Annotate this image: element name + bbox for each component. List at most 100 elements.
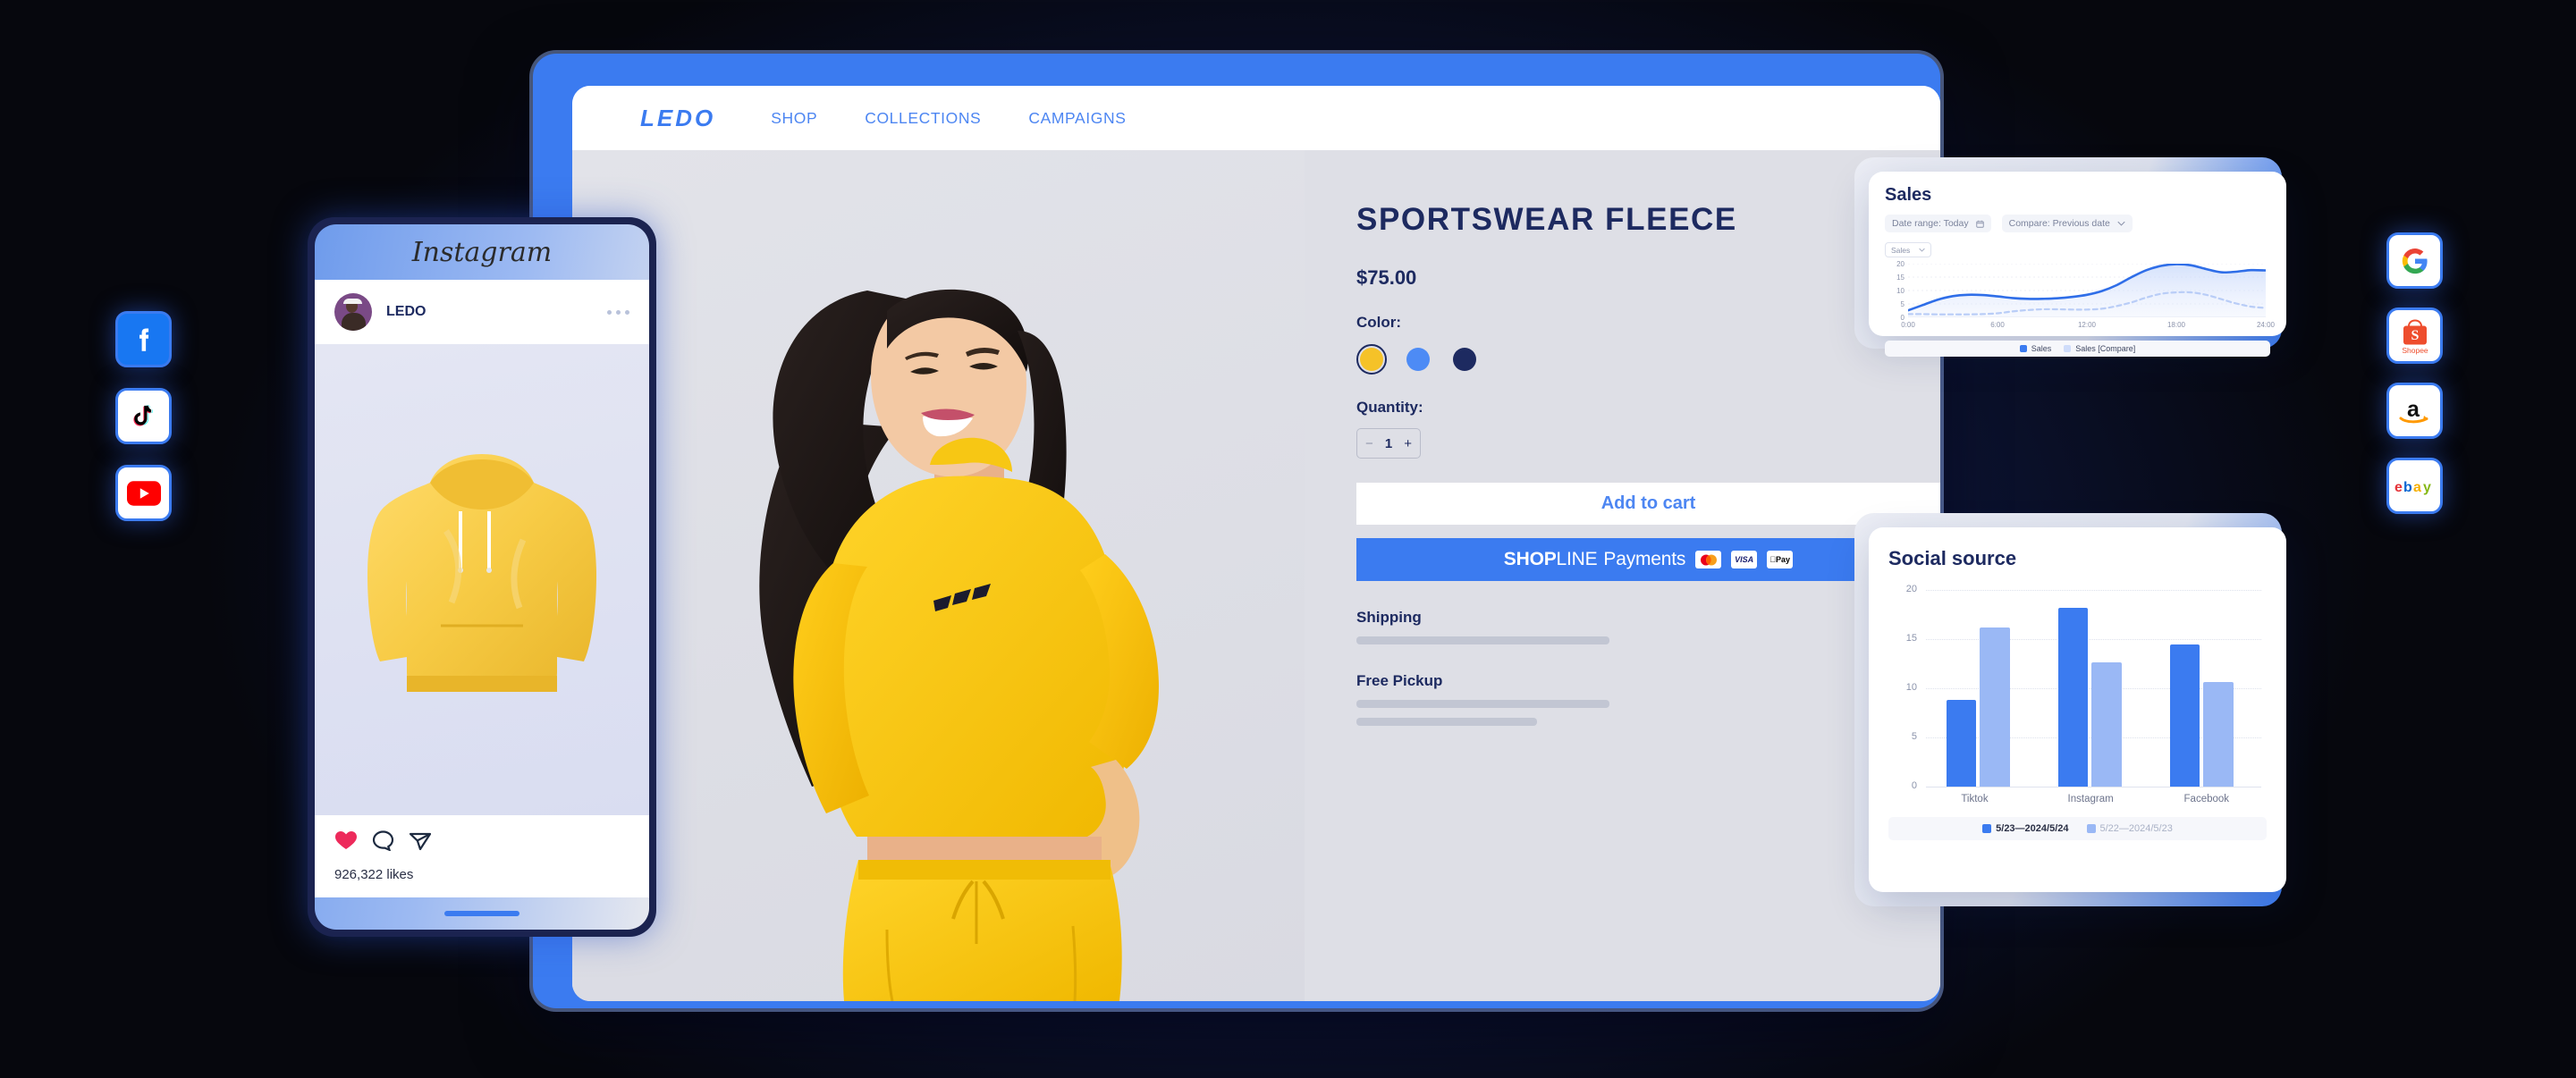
youtube-icon[interactable]: [115, 465, 172, 521]
quantity-label: Quantity:: [1356, 399, 1423, 416]
svg-text:S: S: [2411, 328, 2419, 343]
color-swatch-blue[interactable]: [1403, 344, 1433, 375]
sales-metric-value: Sales: [1891, 245, 1911, 255]
social-category-label: Instagram: [2067, 794, 2114, 804]
pickup-placeholder-line-2: [1356, 718, 1537, 726]
social-bar-group: [1926, 590, 2261, 787]
nav-item-campaigns[interactable]: CAMPAIGNS: [1028, 109, 1126, 128]
apple-pay-logo: Pay: [1767, 551, 1794, 568]
svg-text:b: b: [2403, 480, 2412, 495]
shopee-icon[interactable]: S Shopee: [2386, 307, 2443, 364]
sales-panel: Sales Date range: Today Compare: Previou…: [1869, 172, 2286, 357]
ebay-icon[interactable]: e b a y: [2386, 458, 2443, 514]
product-page-body: SPORTSWEAR FLEECE $75.00 Color: Quantity…: [572, 150, 1940, 1001]
swatch-fill-blue: [1406, 348, 1430, 371]
pickup-placeholder-line-1: [1356, 700, 1609, 708]
legend-item-previous-range: 5/22—2024/5/23: [2086, 823, 2173, 834]
bar-tiktok-series1: [1946, 700, 1977, 787]
legend-item-sales: Sales: [2019, 344, 2051, 353]
social-category-label: Tiktok: [1961, 794, 1989, 804]
sales-x-tick: 18:00: [2166, 321, 2186, 329]
nav-links: SHOP COLLECTIONS CAMPAIGNS: [771, 109, 1126, 128]
amazon-icon[interactable]: a: [2386, 383, 2443, 439]
svg-text:Shopee: Shopee: [2402, 346, 2428, 355]
nav-item-shop[interactable]: SHOP: [771, 109, 817, 128]
compare-label: Compare: Previous date: [2008, 218, 2110, 229]
product-title: SPORTSWEAR FLEECE: [1356, 202, 1737, 237]
social-y-tick: 5: [1911, 731, 1917, 742]
shipping-heading: Shipping: [1356, 609, 1422, 626]
quantity-stepper[interactable]: − 1 +: [1356, 428, 1421, 459]
instagram-post-mockup: Instagram LEDO 926,322 likes: [315, 224, 649, 930]
shopline-brand-suffix: Payments: [1603, 549, 1686, 569]
social-y-tick: 15: [1905, 633, 1917, 644]
sales-y-tick: 15: [1896, 274, 1905, 282]
nav-item-collections[interactable]: COLLECTIONS: [865, 109, 981, 128]
sales-x-tick: 0:00: [1901, 321, 1915, 329]
tiktok-icon[interactable]: [115, 388, 172, 444]
instagram-action-icons: [334, 830, 629, 855]
sales-chart-plot: [1908, 264, 2266, 317]
sales-y-tick: 10: [1896, 287, 1905, 295]
compare-filter[interactable]: Compare: Previous date: [2001, 215, 2133, 232]
color-swatch-group: [1356, 344, 1940, 375]
svg-text:a: a: [2407, 397, 2420, 422]
instagram-post-header: LEDO: [315, 280, 649, 344]
shopline-brand-bold: SHOP: [1503, 549, 1557, 569]
logo-text: LEDO: [640, 104, 716, 131]
calendar-icon: [1975, 220, 1984, 228]
instagram-like-count: 926,322 likes: [334, 867, 414, 882]
quantity-value: 1: [1384, 435, 1393, 451]
social-chart-legend: 5/23—2024/5/24 5/22—2024/5/23: [1888, 817, 2267, 840]
instagram-header: Instagram: [315, 224, 649, 280]
instagram-post-actions: 926,322 likes: [315, 815, 649, 897]
chevron-down-icon: [2117, 221, 2125, 226]
social-y-tick: 10: [1905, 682, 1917, 693]
add-to-cart-button[interactable]: Add to cart: [1356, 483, 1940, 525]
avatar-cap: [343, 299, 362, 304]
social-source-panel: Social source 0 5 10 15 20 Tiktok Instagram Fa…: [1869, 527, 2286, 892]
social-y-tick: 20: [1905, 584, 1917, 594]
quantity-decrement-button[interactable]: −: [1365, 436, 1373, 451]
share-icon[interactable]: [409, 830, 432, 855]
google-icon[interactable]: [2386, 232, 2443, 289]
shopline-brand-thin: LINE: [1556, 549, 1598, 569]
social-y-tick: 0: [1911, 780, 1917, 791]
heart-icon[interactable]: [334, 830, 358, 855]
facebook-icon[interactable]: [115, 311, 172, 367]
swatch-fill-yellow: [1360, 348, 1383, 371]
avatar[interactable]: [334, 293, 372, 331]
visa-logo: VISA: [1731, 551, 1758, 568]
phone-home-indicator: [315, 897, 649, 930]
sales-x-tick: 12:00: [2077, 321, 2097, 329]
comment-icon[interactable]: [372, 830, 394, 855]
product-hero-image: [572, 150, 1305, 1001]
sales-metric-select[interactable]: Sales: [1885, 242, 1932, 257]
sales-filter-row: Date range: Today Compare: Previous date: [1885, 215, 2270, 232]
legend-item-current-range: 5/23—2024/5/24: [1982, 823, 2069, 834]
avatar-body: [342, 313, 366, 331]
legend-item-sales-compare: Sales [Compare]: [2064, 344, 2135, 353]
quantity-increment-button[interactable]: +: [1404, 436, 1412, 451]
color-swatch-yellow[interactable]: [1356, 344, 1387, 375]
mastercard-logo: [1695, 551, 1722, 568]
sales-y-tick: 5: [1900, 300, 1905, 308]
color-swatch-navy[interactable]: [1449, 344, 1480, 375]
shopline-payments-button[interactable]: SHOPLINEPayments VISA Pay: [1356, 538, 1940, 581]
svg-text:y: y: [2423, 480, 2431, 495]
ledo-logo[interactable]: LEDO: [621, 104, 755, 132]
sales-panel-title: Sales: [1885, 185, 1932, 205]
bar-facebook-series1: [2169, 644, 2200, 787]
date-range-filter[interactable]: Date range: Today: [1885, 215, 1991, 232]
social-category-label: Facebook: [2183, 794, 2230, 804]
social-source-bar-chart: 0 5 10 15 20 Tiktok Instagram Facebook: [1888, 584, 2267, 817]
svg-text:e: e: [2394, 480, 2403, 495]
sales-x-tick: 6:00: [1990, 321, 2005, 329]
sales-x-tick: 24:00: [2256, 321, 2276, 329]
ellipsis-icon[interactable]: [607, 309, 629, 315]
marketplace-channel-rail: S Shopee a e b a y: [2386, 232, 2443, 514]
pickup-heading: Free Pickup: [1356, 672, 1443, 689]
bar-instagram-series1: [2057, 607, 2089, 787]
instagram-post-image: [315, 344, 649, 815]
storefront-navbar: LEDO SHOP COLLECTIONS CAMPAIGNS: [572, 86, 1940, 150]
